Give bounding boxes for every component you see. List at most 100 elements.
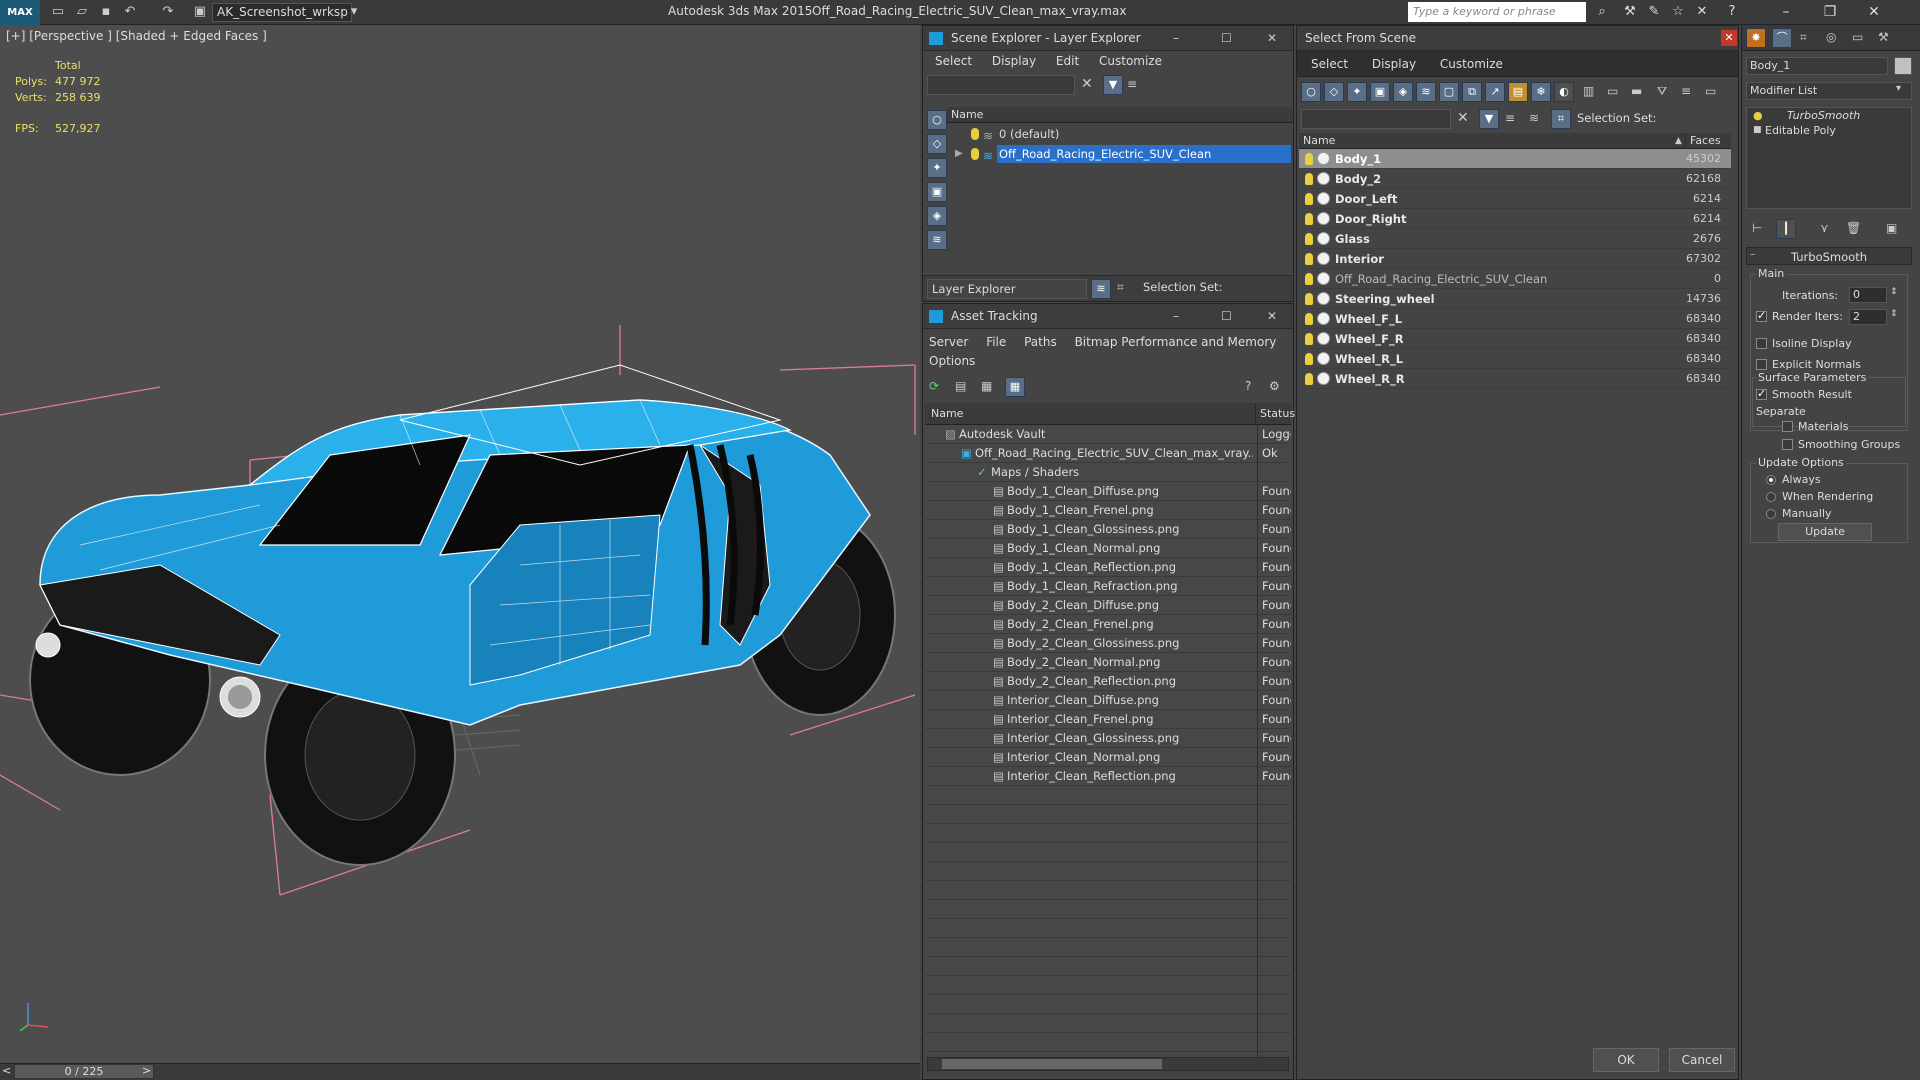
filter-groups-icon[interactable]: ▢ xyxy=(1439,82,1459,102)
smooth-result-checkbox[interactable] xyxy=(1756,387,1767,400)
asset-settings-icon[interactable]: ⚙ xyxy=(1269,379,1280,393)
visibility-bulb-icon[interactable] xyxy=(1305,213,1313,225)
thumbnail-view-icon[interactable]: ▦ xyxy=(981,379,992,393)
render-iters-spinner-arrows-icon[interactable]: ⇕ xyxy=(1890,309,1898,319)
remove-modifier-icon[interactable]: 🗑 xyxy=(1846,221,1861,235)
select-scene-clear-icon[interactable]: ✕ xyxy=(1457,110,1469,126)
asset-row[interactable]: ▤Body_1_Clean_Normal.png Found xyxy=(925,539,1291,558)
filter-lights-icon[interactable]: ✦ xyxy=(1347,82,1367,102)
manually-radio[interactable] xyxy=(1766,509,1776,519)
object-name-field[interactable]: Body_1 xyxy=(1746,57,1888,75)
sort-ascending-icon[interactable]: ▲ xyxy=(1675,133,1682,149)
select-scene-hierarchy-icon[interactable]: ⌗ xyxy=(1551,109,1571,129)
asset-menu-file[interactable]: File xyxy=(986,333,1006,352)
asset-horizontal-scrollbar[interactable] xyxy=(927,1057,1289,1071)
time-slider[interactable]: 0 / 225 xyxy=(14,1064,154,1079)
select-scene-menu-select[interactable]: Select xyxy=(1311,51,1348,77)
scene-explorer-minimize-icon[interactable]: – xyxy=(1173,26,1179,51)
update-button[interactable]: Update xyxy=(1778,523,1872,541)
favorites-star-icon[interactable]: ☆ xyxy=(1668,3,1688,21)
scene-explorer-menu-select[interactable]: Select xyxy=(935,51,972,71)
iterations-spinner-arrows-icon[interactable]: ⇕ xyxy=(1890,287,1898,297)
show-end-result-icon[interactable]: ┃ xyxy=(1776,219,1796,239)
scene-object-row[interactable]: Door_Right 6214 xyxy=(1299,209,1731,229)
select-scene-col-faces[interactable]: Faces xyxy=(1685,133,1721,149)
smoothing-groups-checkbox[interactable] xyxy=(1782,439,1793,450)
isoline-display-checkbox[interactable] xyxy=(1756,338,1767,349)
display-geometry-icon[interactable]: ○ xyxy=(927,110,947,130)
asset-col-status[interactable]: Status xyxy=(1255,403,1295,425)
asset-tracking-close-icon[interactable]: ✕ xyxy=(1267,304,1277,329)
asset-menu-bitmap-performance[interactable]: Bitmap Performance and Memory xyxy=(1075,333,1277,352)
visibility-bulb-icon[interactable] xyxy=(1305,373,1313,385)
scene-explorer-menu-display[interactable]: Display xyxy=(992,51,1036,71)
asset-row[interactable]: ▤Body_2_Clean_Frenel.png Found xyxy=(925,615,1291,634)
scene-explorer-filter-input[interactable] xyxy=(927,75,1075,95)
asset-row[interactable]: ▤Interior_Clean_Reflection.png Found xyxy=(925,767,1291,786)
layer-row[interactable]: ≋ 0 (default) xyxy=(947,124,1293,144)
turbosmooth-rollout-title[interactable]: TurboSmooth xyxy=(1746,247,1912,265)
visibility-bulb-icon[interactable] xyxy=(1305,233,1313,245)
asset-tracking-titlebar[interactable]: Asset Tracking – ☐ ✕ xyxy=(923,304,1293,329)
scene-object-row[interactable]: Wheel_F_R 68340 xyxy=(1299,329,1731,349)
filter-helpers-icon[interactable]: ◈ xyxy=(1393,82,1413,102)
configure-sets-icon[interactable]: ▣ xyxy=(1886,221,1897,235)
asset-col-name[interactable]: Name xyxy=(931,403,963,425)
refresh-icon[interactable]: ⟳ xyxy=(929,379,939,393)
visibility-bulb-icon[interactable] xyxy=(1305,253,1313,265)
filter-xrefs-icon[interactable]: ⧉ xyxy=(1462,82,1482,102)
asset-row[interactable]: ▤Body_2_Clean_Normal.png Found xyxy=(925,653,1291,672)
when-rendering-radio[interactable] xyxy=(1766,492,1776,502)
filter-funnel-icon[interactable]: ⛛ xyxy=(1657,84,1667,99)
select-scene-options-icon[interactable]: ≡ xyxy=(1505,111,1515,125)
layer-options-icon[interactable]: ≡ xyxy=(1127,77,1137,91)
minimize-window-icon[interactable]: – xyxy=(1764,0,1808,25)
scene-object-row[interactable]: Steering_wheel 14736 xyxy=(1299,289,1731,309)
asset-row[interactable]: ▤Body_1_Clean_Glossiness.png Found xyxy=(925,520,1291,539)
asset-tracking-minimize-icon[interactable]: – xyxy=(1173,304,1179,329)
filter-geometry-icon[interactable]: ○ xyxy=(1301,82,1321,102)
visibility-bulb-icon[interactable] xyxy=(1305,173,1313,185)
layer-visibility-bulb-icon[interactable] xyxy=(971,128,979,140)
modifier-list-arrow-icon[interactable]: ▾ xyxy=(1896,83,1901,94)
app-logo[interactable]: MAX xyxy=(0,0,40,25)
collapse-icon[interactable]: ▭ xyxy=(1705,84,1716,98)
asset-row[interactable]: ▤Body_1_Clean_Frenel.png Found xyxy=(925,501,1291,520)
scene-object-row[interactable]: Interior 67302 xyxy=(1299,249,1731,269)
asset-help-icon[interactable]: ? xyxy=(1245,379,1251,393)
select-scene-search-input[interactable] xyxy=(1301,109,1451,129)
materials-checkbox[interactable] xyxy=(1782,421,1793,432)
undo-icon[interactable]: ↶ xyxy=(120,3,140,21)
hold-icon[interactable]: ▣ xyxy=(190,3,210,21)
scene-object-row[interactable]: Wheel_R_L 68340 xyxy=(1299,349,1731,369)
cancel-button[interactable]: Cancel xyxy=(1669,1048,1735,1072)
filter-cameras-icon[interactable]: ▣ xyxy=(1370,82,1390,102)
visibility-bulb-icon[interactable] xyxy=(1305,313,1313,325)
filter-spacewarps-icon[interactable]: ≋ xyxy=(1416,82,1436,102)
render-iters-checkbox[interactable] xyxy=(1756,309,1767,322)
scene-object-row[interactable]: Wheel_R_R 68340 xyxy=(1299,369,1731,389)
scene-explorer-menu-customize[interactable]: Customize xyxy=(1099,51,1162,71)
scene-object-row[interactable]: Door_Left 6214 xyxy=(1299,189,1731,209)
close-window-icon[interactable]: ✕ xyxy=(1852,0,1896,25)
layers-mode-icon[interactable]: ≋ xyxy=(1091,279,1111,299)
restore-window-icon[interactable]: ❐ xyxy=(1808,0,1852,25)
utilities-tab-icon[interactable]: ⚒ xyxy=(1878,30,1889,44)
motion-tab-icon[interactable]: ◎ xyxy=(1826,30,1836,44)
select-scene-col-name[interactable]: Name xyxy=(1303,133,1335,149)
open-file-icon[interactable]: ▱ xyxy=(72,3,92,21)
display-invert-icon[interactable]: ▬ xyxy=(1631,84,1642,98)
subscription-icon[interactable]: ✎ xyxy=(1644,3,1664,21)
filter-containers-icon[interactable]: ▤ xyxy=(1508,82,1528,102)
modifier-list-dropdown[interactable]: Modifier List xyxy=(1746,82,1912,100)
asset-row[interactable]: ▤Body_1_Clean_Diffuse.png Found xyxy=(925,482,1291,501)
asset-scroll-thumb[interactable] xyxy=(942,1059,1162,1069)
asset-row[interactable]: ▤Interior_Clean_Glossiness.png Found xyxy=(925,729,1291,748)
exchange-icon[interactable]: ✕ xyxy=(1692,3,1712,21)
time-next-icon[interactable]: > xyxy=(142,1064,152,1079)
visibility-bulb-icon[interactable] xyxy=(1305,333,1313,345)
filter-bones-icon[interactable]: ↗ xyxy=(1485,82,1505,102)
visibility-bulb-icon[interactable] xyxy=(1305,153,1313,165)
rollout-collapse-icon[interactable]: – xyxy=(1750,249,1755,260)
workspace-dropdown[interactable]: AK_Screenshot_wrksp xyxy=(212,3,352,22)
